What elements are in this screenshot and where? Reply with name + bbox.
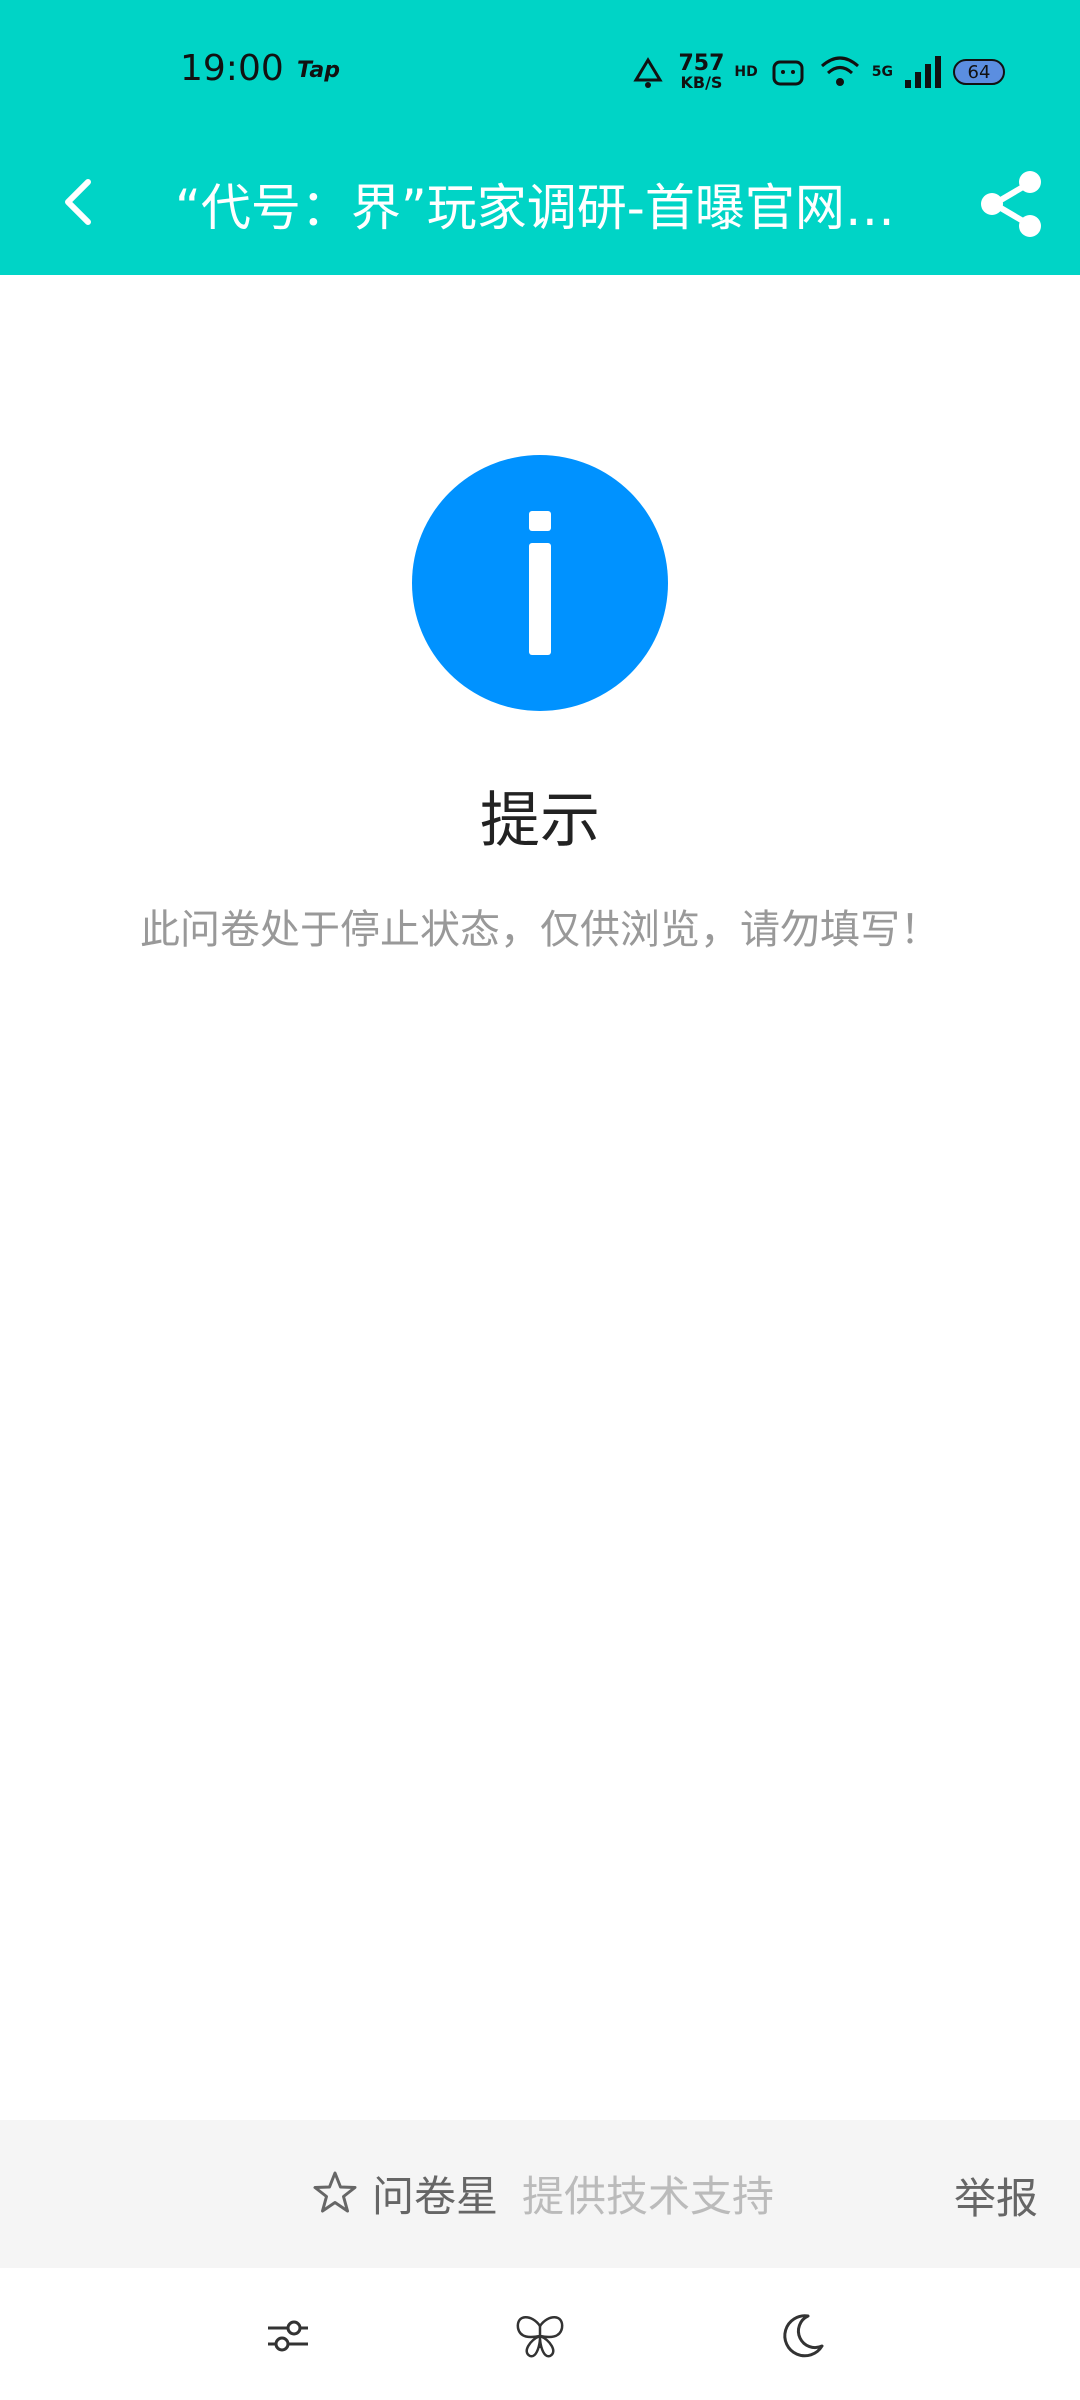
night-mode-button[interactable] [774, 2308, 830, 2364]
chevron-left-icon [65, 179, 91, 225]
butterfly-button[interactable] [512, 2308, 568, 2364]
bottom-toolbar [0, 2268, 1080, 2400]
signal-icon [905, 56, 941, 88]
nav-bar: “代号：界”玩家调研-首曝官网问卷 [0, 140, 1080, 275]
battery-level: 64 [967, 61, 991, 83]
wifi-icon [820, 56, 859, 86]
network-speed: 757 KB/S [678, 53, 724, 91]
moon-icon [783, 2314, 824, 2358]
notice-message: 此问卷处于停止状态，仅供浏览，请勿填写！ [140, 907, 940, 953]
butterfly-icon [516, 2316, 564, 2358]
brand-name: 问卷星 [372, 2171, 499, 2221]
hd-label: HD [734, 64, 758, 80]
app-header: 19:00 Tap 757 KB/S HD 5G 64 “代号：界”玩家调研-首… [0, 0, 1080, 275]
report-link[interactable]: 举报 [954, 2165, 1038, 2226]
page-title: “代号：界”玩家调研-首曝官网问卷 [175, 179, 915, 237]
status-time: 19:00 [180, 48, 284, 89]
share-button[interactable] [970, 162, 1054, 246]
sliders-icon [268, 2320, 308, 2352]
notice-title: 提示 [480, 786, 600, 856]
info-icon-dot [529, 511, 551, 531]
brand-credit[interactable]: 问卷星 提供技术支持 [312, 2165, 774, 2221]
network-type: 5G [871, 64, 893, 80]
tap-app-badge: Tap [297, 58, 340, 83]
share-icon [981, 171, 1041, 237]
battery-icon: 64 [953, 59, 1005, 85]
footer: 问卷星 提供技术支持 举报 [0, 2120, 1080, 2268]
star-icon [313, 2171, 357, 2213]
network-speed-value: 757 [678, 51, 725, 76]
info-icon [412, 455, 668, 711]
sticker-icon [772, 60, 804, 86]
status-bar: 19:00 Tap 757 KB/S HD 5G 64 [0, 0, 1080, 140]
notification-icon [633, 57, 664, 88]
info-icon-bar [529, 543, 551, 655]
back-button[interactable] [48, 170, 112, 234]
status-icons: 757 KB/S HD 5G 64 [628, 48, 1005, 96]
tech-support-text: 提供技术支持 [522, 2171, 775, 2221]
sliders-button[interactable] [260, 2308, 316, 2364]
network-speed-unit: KB/S [680, 73, 723, 92]
